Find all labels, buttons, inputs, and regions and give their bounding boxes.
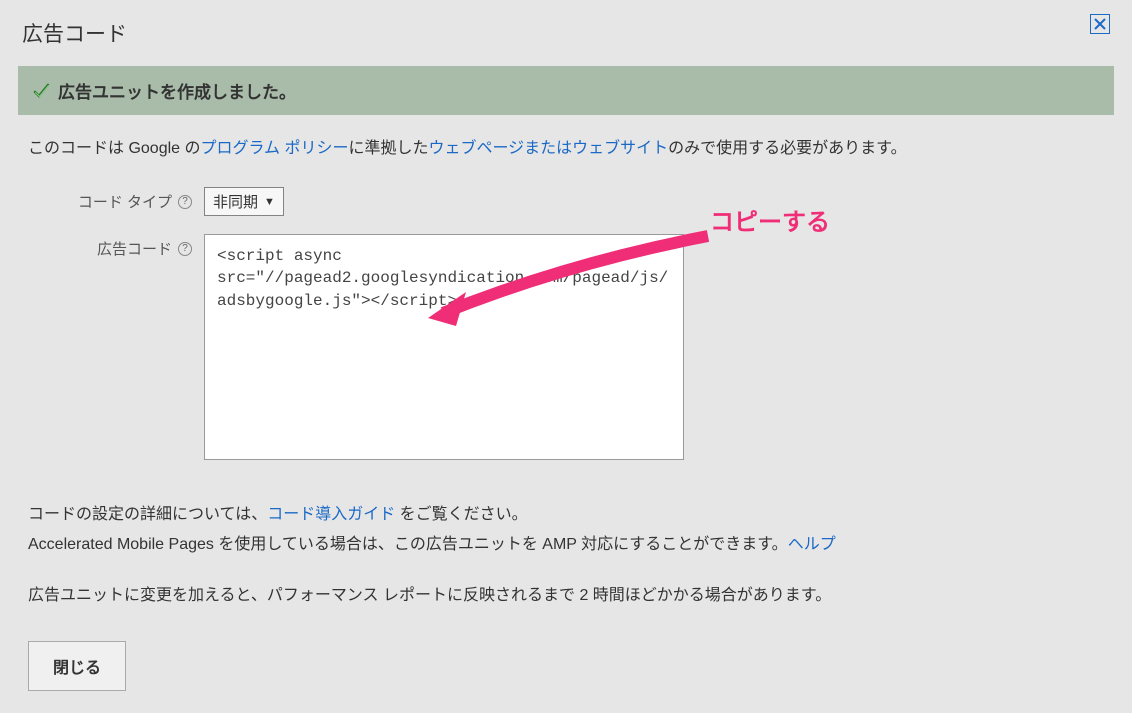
footer-line-1: コードの設定の詳細については、コード導入ガイド をご覧ください。 bbox=[28, 500, 1104, 530]
ad-code-label-text: 広告コード bbox=[97, 238, 172, 259]
footer-line2-prefix: Accelerated Mobile Pages を使用している場合は、この広告… bbox=[28, 536, 788, 553]
code-type-selected: 非同期 bbox=[213, 191, 258, 212]
close-icon-button[interactable] bbox=[1090, 14, 1110, 34]
help-icon[interactable]: ? bbox=[178, 242, 192, 256]
code-type-row: コード タイプ ? 非同期 ▼ bbox=[28, 187, 1104, 216]
help-link[interactable]: ヘルプ bbox=[788, 536, 836, 553]
notice-mid: に準拠した bbox=[348, 140, 428, 157]
close-icon bbox=[1094, 18, 1106, 30]
close-button[interactable]: 閉じる bbox=[28, 641, 126, 691]
code-type-label-text: コード タイプ bbox=[78, 191, 172, 212]
modal-title: 広告コード bbox=[22, 18, 127, 48]
ad-code-label: 広告コード ? bbox=[28, 234, 204, 259]
success-banner: 広告ユニットを作成しました。 bbox=[18, 66, 1114, 115]
help-icon[interactable]: ? bbox=[178, 195, 192, 209]
ad-code-modal: 広告コード 広告ユニットを作成しました。 このコードは Google のプログラ… bbox=[0, 0, 1132, 683]
webpage-link[interactable]: ウェブページまたはウェブサイト bbox=[428, 140, 668, 157]
footer-line1-prefix: コードの設定の詳細については、 bbox=[28, 506, 267, 523]
ad-code-textarea[interactable] bbox=[204, 234, 684, 460]
modal-content: このコードは Google のプログラム ポリシーに準拠したウェブページまたはウ… bbox=[0, 115, 1132, 713]
checkmark-icon bbox=[32, 82, 50, 100]
footer-line1-suffix: をご覧ください。 bbox=[395, 506, 527, 523]
code-type-select[interactable]: 非同期 ▼ bbox=[204, 187, 284, 216]
code-guide-link[interactable]: コード導入ガイド bbox=[267, 506, 395, 523]
notice-prefix: このコードは Google の bbox=[28, 140, 201, 157]
notice-suffix: のみで使用する必要があります。 bbox=[668, 140, 906, 157]
chevron-down-icon: ▼ bbox=[264, 196, 275, 208]
footer-line-3: 広告ユニットに変更を加えると、パフォーマンス レポートに反映されるまで 2 時間… bbox=[28, 581, 1104, 611]
code-type-label: コード タイプ ? bbox=[28, 187, 204, 212]
ad-code-row: 広告コード ? bbox=[28, 234, 1104, 460]
modal-header: 広告コード bbox=[0, 0, 1132, 66]
footer-text: コードの設定の詳細については、コード導入ガイド をご覧ください。 Acceler… bbox=[28, 500, 1104, 611]
policy-notice: このコードは Google のプログラム ポリシーに準拠したウェブページまたはウ… bbox=[28, 137, 1104, 161]
success-message: 広告ユニットを作成しました。 bbox=[58, 78, 296, 103]
policy-link[interactable]: プログラム ポリシー bbox=[201, 140, 349, 157]
footer-line-2: Accelerated Mobile Pages を使用している場合は、この広告… bbox=[28, 530, 1104, 560]
